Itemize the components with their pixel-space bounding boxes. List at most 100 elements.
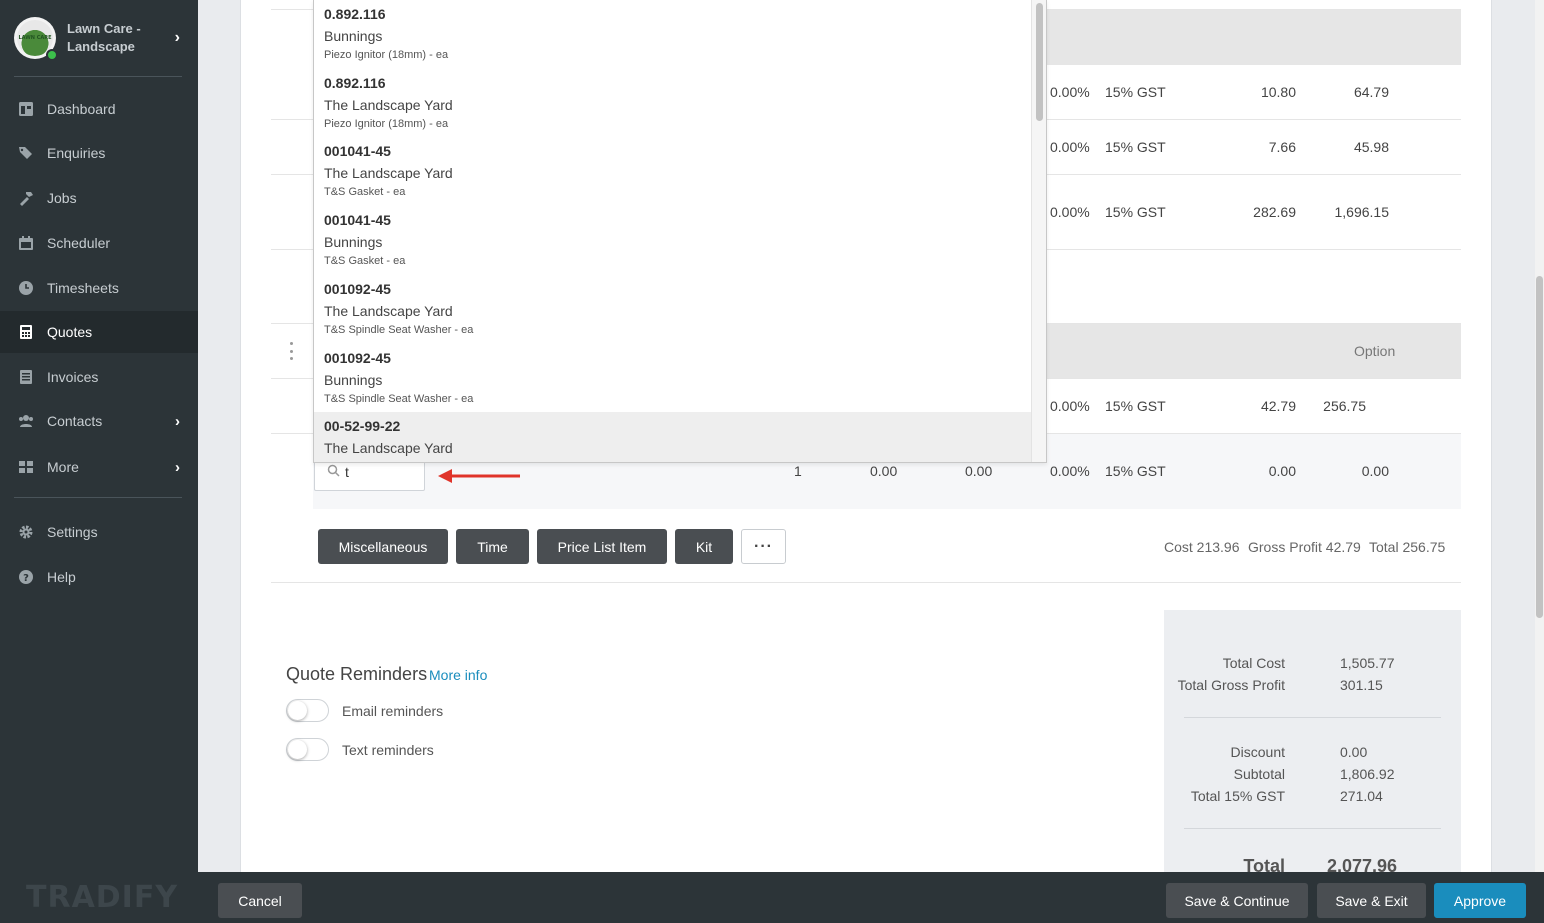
list-item[interactable]: 0.892.116 Bunnings Piezo Ignitor (18mm) … <box>314 0 1032 69</box>
more-options-button[interactable]: ··· <box>741 529 786 564</box>
total-cost-label: Total Cost <box>1222 655 1285 671</box>
dashboard-icon <box>18 101 34 117</box>
item-code: 001041-45 <box>324 212 391 228</box>
svg-text:?: ? <box>23 573 29 584</box>
nav-scheduler[interactable]: Scheduler <box>0 222 198 264</box>
help-icon: ? <box>18 569 34 585</box>
business-name: Lawn Care - Landscape <box>67 21 141 54</box>
sidebar: LAWN CARE Lawn Care - Landscape › Dashbo… <box>0 0 198 923</box>
tax-cell[interactable]: 15% GST <box>1105 398 1166 414</box>
gear-icon <box>18 524 34 540</box>
email-reminders-toggle[interactable] <box>286 699 329 722</box>
nav-label: Quotes <box>47 324 93 340</box>
nav-label: Dashboard <box>47 101 116 117</box>
nav-more[interactable]: More › <box>0 446 198 488</box>
business-switcher[interactable]: LAWN CARE Lawn Care - Landscape › <box>14 14 182 62</box>
total-gross-profit-value: 301.15 <box>1340 677 1383 693</box>
item-search-results-dropdown[interactable]: 0.892.116 Bunnings Piezo Ignitor (18mm) … <box>313 0 1047 463</box>
discount-cell[interactable]: 0.00% <box>1050 463 1090 479</box>
cancel-button[interactable]: Cancel <box>218 883 302 918</box>
list-item[interactable]: 001092-45 The Landscape Yard T&S Spindle… <box>314 276 1032 345</box>
item-code: 0.892.116 <box>324 75 386 91</box>
discount-cell: 0.00% <box>1050 84 1090 100</box>
nav-contacts[interactable]: Contacts › <box>0 400 198 442</box>
item-code: 00-52-99-22 <box>324 418 401 434</box>
tax-cell[interactable]: 15% GST <box>1105 463 1166 479</box>
tax-cell[interactable]: 15% GST <box>1105 204 1166 220</box>
list-item[interactable]: 001041-45 Bunnings T&S Gasket - ea <box>314 207 1032 276</box>
save-exit-button[interactable]: Save & Exit <box>1317 883 1426 918</box>
item-description: Piezo Ignitor (18mm) - ea <box>324 49 449 61</box>
nav-jobs[interactable]: Jobs <box>0 177 198 219</box>
amount-cell: 45.98 <box>1353 139 1389 155</box>
tax-cell[interactable]: 15% GST <box>1105 139 1166 155</box>
item-description: Piezo Ignitor (18mm) - ea <box>324 118 449 130</box>
business-logo: LAWN CARE <box>14 17 58 61</box>
nav-settings[interactable]: Settings <box>0 511 198 553</box>
item-description: T&S Spindle Seat Washer - ea <box>324 324 474 336</box>
nav-help[interactable]: ? Help <box>0 556 198 598</box>
amount-cell: 256.75 <box>1323 398 1366 414</box>
search-icon <box>327 464 340 480</box>
item-description: T&S Spindle Seat Washer - ea <box>324 393 474 405</box>
nav-label: Contacts <box>47 413 103 429</box>
item-supplier: The Landscape Yard <box>324 97 453 113</box>
item-supplier: Bunnings <box>324 372 383 388</box>
nav-label: Scheduler <box>47 235 111 251</box>
add-time-button[interactable]: Time <box>456 529 529 564</box>
price-cell[interactable]: 0.00 <box>965 463 992 479</box>
tax-cell[interactable]: 15% GST <box>1105 84 1166 100</box>
nav-label: Invoices <box>47 369 99 385</box>
quote-reminders-title: Quote Reminders <box>286 664 428 684</box>
page-scrollbar[interactable] <box>1535 0 1544 872</box>
save-continue-button[interactable]: Save & Continue <box>1166 883 1308 918</box>
tradify-logo: TRADIFY <box>26 880 179 915</box>
quantity-cell[interactable]: 1 <box>794 463 802 479</box>
discount-cell: 0.00% <box>1050 398 1090 414</box>
group-total: Total 256.75 <box>1369 539 1446 555</box>
add-kit-button[interactable]: Kit <box>675 529 733 564</box>
add-miscellaneous-button[interactable]: Miscellaneous <box>318 529 448 564</box>
amount-cell: 64.79 <box>1353 84 1389 100</box>
chevron-right-icon: › <box>174 29 180 46</box>
tax-amount-cell: 7.66 <box>1268 139 1296 155</box>
chevron-right-icon: › <box>175 458 180 476</box>
divider <box>14 497 182 498</box>
item-search-input[interactable] <box>345 462 419 482</box>
tax-amount-cell: 0.00 <box>1268 463 1296 479</box>
nav-label: Settings <box>47 524 98 540</box>
email-reminders-label: Email reminders <box>342 703 444 719</box>
cost-cell[interactable]: 0.00 <box>870 463 897 479</box>
red-arrow-annotation <box>438 469 520 483</box>
nav-enquiries[interactable]: Enquiries <box>0 132 198 174</box>
scrollbar-thumb[interactable] <box>1036 3 1043 121</box>
nav-label: Enquiries <box>47 145 106 161</box>
amount-cell: 0.00 <box>1361 463 1389 479</box>
item-code: 0.892.116 <box>324 6 386 22</box>
tax-amount-cell: 42.79 <box>1260 398 1296 414</box>
add-price-list-item-button[interactable]: Price List Item <box>537 529 667 564</box>
text-reminders-label: Text reminders <box>342 742 434 758</box>
nav-dashboard[interactable]: Dashboard <box>0 88 198 130</box>
discount-value: 0.00 <box>1340 744 1368 760</box>
list-item[interactable]: 0.892.116 The Landscape Yard Piezo Ignit… <box>314 69 1032 138</box>
table-header <box>1046 324 1461 379</box>
text-reminders-toggle[interactable] <box>286 738 329 761</box>
approve-button[interactable]: Approve <box>1434 883 1526 918</box>
nav-timesheets[interactable]: Timesheets <box>0 267 198 309</box>
total-cost-value: 1,505.77 <box>1340 655 1395 671</box>
nav-invoices[interactable]: Invoices <box>0 356 198 398</box>
toggle-knob <box>288 701 307 720</box>
more-info-link[interactable]: More info <box>429 667 487 683</box>
gst-label: Total 15% GST <box>1190 788 1285 804</box>
nav-quotes[interactable]: Quotes <box>0 311 198 353</box>
discount-label: Discount <box>1230 744 1285 760</box>
scrollbar-thumb[interactable] <box>1536 276 1543 618</box>
grid-icon <box>18 459 34 475</box>
drag-handle-icon[interactable] <box>287 342 295 360</box>
option-header: Option <box>1354 343 1396 359</box>
dropdown-scrollbar[interactable] <box>1031 0 1046 462</box>
list-item[interactable]: 001041-45 The Landscape Yard T&S Gasket … <box>314 138 1032 207</box>
list-item[interactable]: 001092-45 Bunnings T&S Spindle Seat Wash… <box>314 345 1032 412</box>
list-item-highlighted[interactable]: 00-52-99-22 The Landscape Yard <box>314 412 1032 462</box>
